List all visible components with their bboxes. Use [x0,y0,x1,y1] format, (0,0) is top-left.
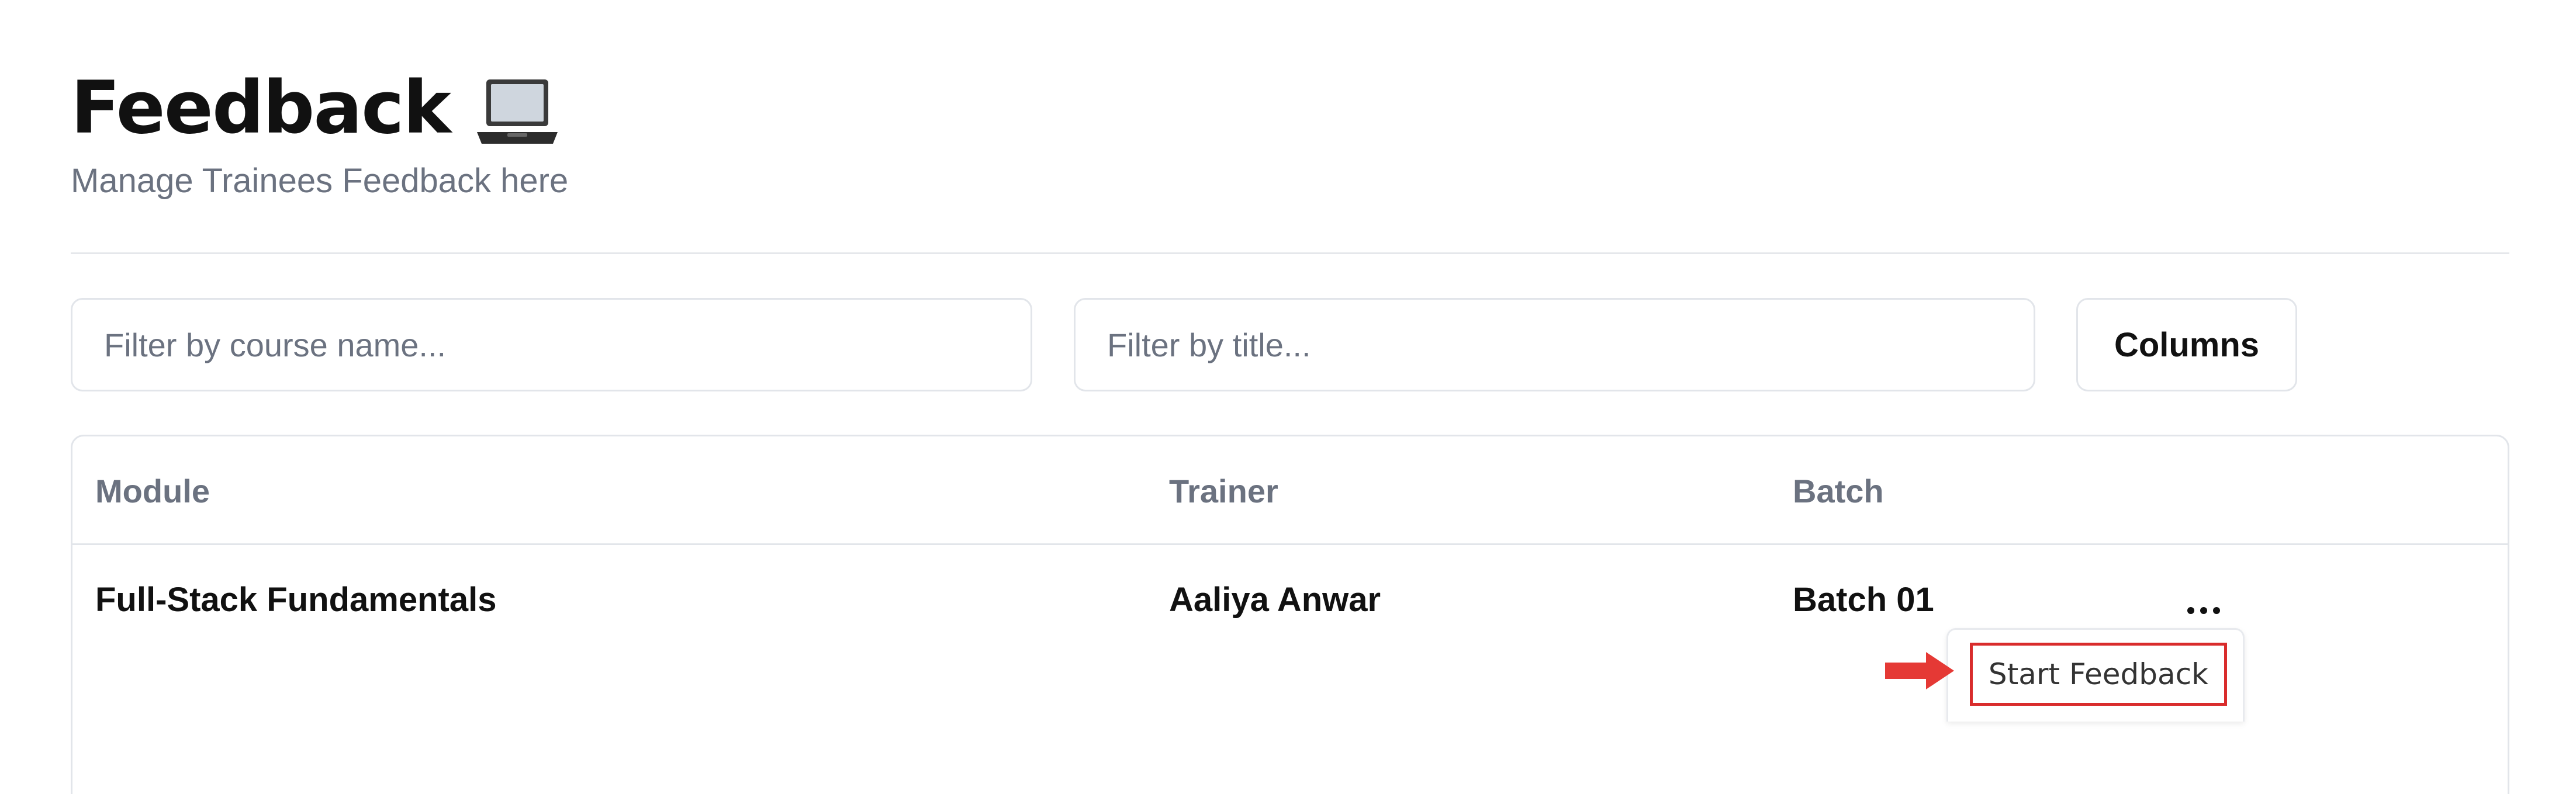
column-header-module[interactable]: Module [95,436,210,545]
course-filter-placeholder: Filter by course name... [104,326,447,363]
page-header: Feedback Manage Trainees Feedback here [71,70,568,200]
header-divider [71,252,2509,254]
row-actions-menu: Start Feedback [1946,628,2245,722]
page-subtitle: Manage Trainees Feedback here [71,162,569,200]
column-header-trainer[interactable]: Trainer [1169,436,1278,545]
course-filter-input[interactable]: Filter by course name... [71,298,1032,391]
feedback-table: Module Trainer Batch Full-Stack Fundamen… [71,435,2509,794]
annotation-arrow-icon [1885,650,1955,692]
title-filter-input[interactable]: Filter by title... [1074,298,2035,391]
page-title: Feedback [71,66,451,150]
table-header: Module Trainer Batch [72,436,2508,545]
start-feedback-menu-item[interactable]: Start Feedback [1970,643,2227,706]
cell-batch: Batch 01 [1793,580,1934,619]
column-header-batch[interactable]: Batch [1793,436,1884,545]
title-row: Feedback [71,70,568,146]
cell-trainer: Aaliya Anwar [1169,580,1381,619]
title-filter-placeholder: Filter by title... [1107,326,1311,363]
columns-button[interactable]: Columns [2076,298,2297,391]
cell-module: Full-Stack Fundamentals [95,580,497,619]
laptop-icon [473,75,561,151]
more-horizontal-icon[interactable] [2169,590,2239,631]
